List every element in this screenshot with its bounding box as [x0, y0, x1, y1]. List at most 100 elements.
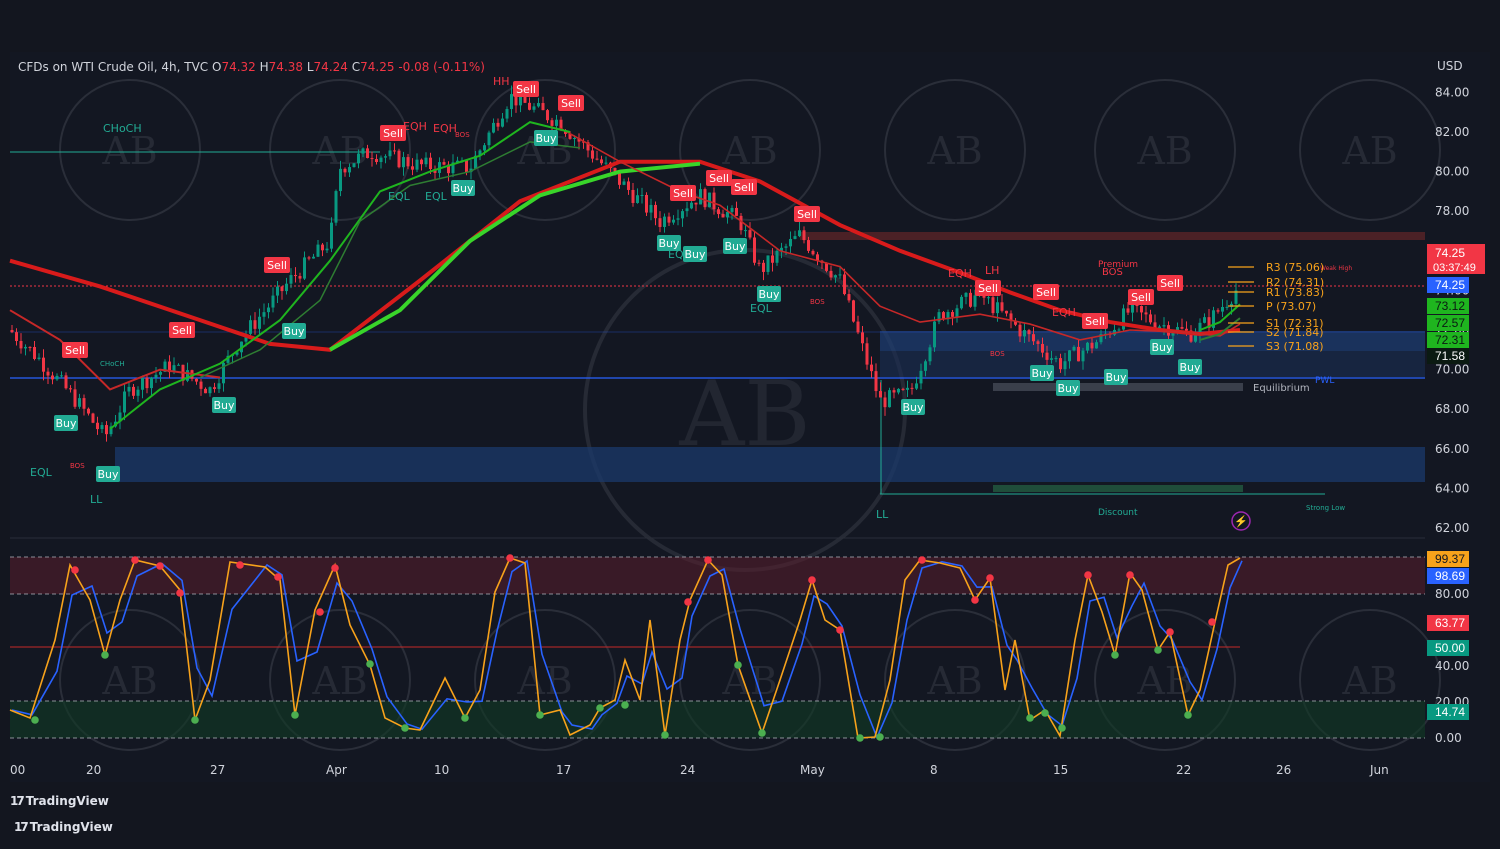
- candle-body: [748, 230, 752, 238]
- pivot-label[interactable]: S2 (71.84): [1266, 326, 1324, 339]
- symbol-legend[interactable]: CFDs on WTI Crude Oil, 4h, TVC O74.32 H7…: [18, 60, 485, 74]
- supply-zone: [800, 232, 1425, 240]
- candle-body: [834, 275, 837, 278]
- candle-body: [253, 320, 257, 329]
- smc-label: CHoCH: [100, 360, 125, 368]
- sell-signal[interactable]: Sell: [706, 170, 732, 186]
- candle-body: [195, 378, 198, 382]
- sell-signal[interactable]: Sell: [1082, 313, 1108, 329]
- time-tick: 10: [434, 763, 449, 777]
- candle-body: [1086, 342, 1089, 351]
- pivot-label[interactable]: R3 (75.06): [1266, 261, 1324, 274]
- demand-zone: [115, 447, 1425, 482]
- buy-signal[interactable]: Buy: [1104, 369, 1128, 385]
- sell-signal[interactable]: Sell: [670, 185, 696, 201]
- pivot-label[interactable]: P (73.07): [1266, 300, 1316, 313]
- candle-body: [1050, 358, 1053, 360]
- tradingview-logo-1[interactable]: 17 TradingView: [10, 794, 109, 808]
- sell-signal[interactable]: Sell: [513, 81, 539, 97]
- sell-signal[interactable]: Sell: [62, 342, 88, 358]
- stoch-cross-down-dot: [331, 564, 339, 572]
- buy-signal[interactable]: Buy: [451, 180, 475, 196]
- sell-signal[interactable]: Sell: [169, 322, 195, 338]
- price-tick: 64.00: [1435, 481, 1469, 495]
- buy-signal[interactable]: Buy: [723, 238, 747, 254]
- candle-body: [1126, 308, 1130, 313]
- candle-body: [672, 219, 675, 223]
- stoch-cross-up-dot: [661, 731, 669, 739]
- candle-body: [177, 364, 180, 366]
- candle-body: [267, 307, 270, 313]
- candle-body: [100, 425, 104, 430]
- sell-signal[interactable]: Sell: [1033, 284, 1059, 300]
- stoch-cross-up-dot: [1111, 651, 1119, 659]
- candle-body: [1081, 350, 1085, 362]
- pivot-label[interactable]: R1 (73.83): [1266, 286, 1324, 299]
- osc-tick: 40.00: [1435, 659, 1469, 673]
- candle-body: [631, 189, 635, 203]
- ema-price-value: 71.58: [1435, 349, 1465, 363]
- sell-signal[interactable]: Sell: [558, 95, 584, 111]
- stoch-cross-down-dot: [986, 574, 994, 582]
- smc-label: Strong Low: [1306, 504, 1345, 512]
- candle-body: [798, 230, 801, 237]
- watermark-ab: AB: [926, 129, 982, 173]
- buy-signal[interactable]: Buy: [1150, 339, 1174, 355]
- oscillator-axis[interactable]: 80.0040.0020.000.0099.3798.6963.7750.001…: [1427, 551, 1469, 745]
- sell-signal[interactable]: Sell: [794, 206, 820, 222]
- smc-label: LH: [985, 264, 999, 277]
- buy-signal[interactable]: Buy: [1178, 359, 1202, 375]
- candle-body: [51, 375, 54, 380]
- candle-body: [285, 283, 288, 292]
- candle-body: [694, 202, 698, 205]
- candle-body: [276, 286, 279, 296]
- buy-signal[interactable]: Buy: [683, 246, 707, 262]
- stoch-cross-up-dot: [291, 711, 299, 719]
- close-value: 74.25: [360, 60, 395, 74]
- sell-signal[interactable]: Sell: [264, 257, 290, 273]
- buy-signal[interactable]: Buy: [54, 415, 78, 431]
- sell-signal[interactable]: Sell: [731, 179, 757, 195]
- candle-body: [690, 202, 693, 209]
- candle-body: [964, 292, 968, 297]
- candle-body: [303, 257, 306, 279]
- buy-signal[interactable]: Buy: [1030, 365, 1054, 381]
- sell-signal[interactable]: Sell: [975, 280, 1001, 296]
- chart-canvas[interactable]: AB AB AB AB AB AB ABAB AB AB AB AB AB ABAB CHoCHEQLL…: [0, 0, 1500, 844]
- candle-body: [901, 388, 905, 390]
- tradingview-logo-2[interactable]: 17 TradingView: [14, 820, 113, 834]
- buy-signal[interactable]: Buy: [96, 466, 120, 482]
- candle-body: [370, 158, 374, 160]
- candle-body: [1216, 310, 1220, 312]
- buy-signal[interactable]: Buy: [1056, 380, 1080, 396]
- stoch-cross-up-dot: [596, 704, 604, 712]
- candle-body: [1027, 330, 1031, 335]
- tradingview-icon: 17: [14, 820, 29, 834]
- signal-label: Buy: [1057, 382, 1079, 395]
- sell-signal[interactable]: Sell: [1128, 289, 1154, 305]
- stoch-cross-up-dot: [191, 716, 199, 724]
- buy-signal[interactable]: Buy: [901, 399, 925, 415]
- candle-body: [312, 256, 315, 259]
- candle-body: [406, 157, 410, 167]
- price-tick: 70.00: [1435, 363, 1469, 377]
- buy-signal[interactable]: Buy: [534, 130, 558, 146]
- sell-signal[interactable]: Sell: [1157, 275, 1183, 291]
- buy-signal[interactable]: Buy: [657, 235, 681, 251]
- sell-signal[interactable]: Sell: [380, 125, 406, 141]
- buy-signal[interactable]: Buy: [212, 397, 236, 413]
- buy-signal[interactable]: Buy: [757, 286, 781, 302]
- buy-signal[interactable]: Buy: [282, 323, 306, 339]
- price-tick: 84.00: [1435, 85, 1469, 99]
- candle-body: [775, 250, 779, 263]
- candle-body: [1221, 306, 1224, 312]
- candle-body: [856, 321, 860, 333]
- signal-label: Sell: [172, 324, 192, 337]
- candle-body: [465, 160, 468, 173]
- pivot-label[interactable]: S3 (71.08): [1266, 340, 1324, 353]
- candle-body: [384, 156, 387, 158]
- signal-label: Sell: [1036, 286, 1056, 299]
- stoch-cross-down-dot: [316, 608, 324, 616]
- candle-body: [645, 194, 648, 213]
- candle-body: [127, 386, 131, 392]
